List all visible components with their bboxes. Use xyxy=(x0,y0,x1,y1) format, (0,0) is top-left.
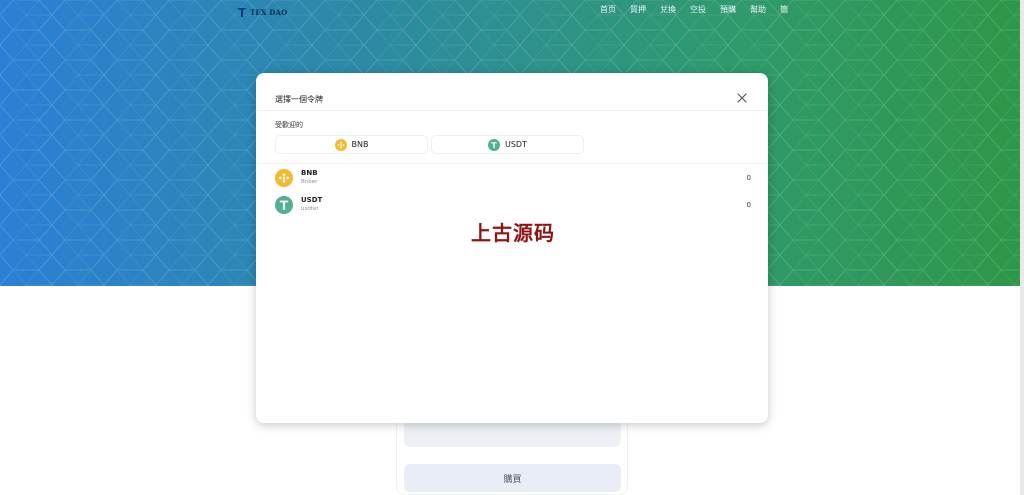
popular-token-symbol: USDT xyxy=(505,140,527,149)
token-row-usdt[interactable]: USDT usdter 0 xyxy=(275,196,751,218)
close-button[interactable] xyxy=(736,92,748,104)
nav-staking[interactable]: 質押 xyxy=(630,5,646,15)
divider xyxy=(256,163,768,164)
usdt-icon xyxy=(275,196,293,214)
amount-field[interactable] xyxy=(404,419,621,447)
token-balance: 0 xyxy=(746,174,751,182)
token-symbol: USDT xyxy=(301,196,323,204)
usdt-icon xyxy=(488,138,500,151)
tex-logo-icon xyxy=(237,8,247,17)
token-symbol: BNB xyxy=(301,169,318,177)
nav-airdrop[interactable]: 空投 xyxy=(690,5,706,15)
modal-title: 選擇一個令牌 xyxy=(275,95,323,104)
popular-token-usdt[interactable]: USDT xyxy=(431,135,584,154)
scrollbar[interactable] xyxy=(1020,0,1024,495)
logo-text: TEX DAO xyxy=(250,7,288,17)
token-row-bnb[interactable]: BNB Bnber 0 xyxy=(275,169,751,191)
popular-token-symbol: BNB xyxy=(351,140,369,149)
bnb-icon xyxy=(275,169,293,187)
main-nav: 首页 質押 兌換 空投 預購 幫助 簡 xyxy=(600,5,802,15)
nav-presale[interactable]: 預購 xyxy=(720,5,736,15)
top-navigation-bar: TEX DAO 首页 質押 兌換 空投 預購 幫助 簡 xyxy=(0,0,1024,22)
modal-header: 選擇一個令牌 xyxy=(256,73,768,111)
logo[interactable]: TEX DAO xyxy=(236,5,287,19)
popular-tokens-label: 受歡迎的 xyxy=(275,121,303,129)
nav-help[interactable]: 幫助 xyxy=(750,5,766,15)
popular-token-bnb[interactable]: BNB xyxy=(275,135,428,154)
token-balance: 0 xyxy=(746,201,751,209)
bnb-icon xyxy=(334,138,347,151)
watermark-text: 上古源码 xyxy=(471,221,555,245)
select-token-modal: 選擇一個令牌 受歡迎的 BNB USDT BNB Bnber 0 USDT us… xyxy=(256,73,768,423)
token-name: Bnber xyxy=(301,179,318,185)
nav-language[interactable]: 簡 xyxy=(780,5,788,15)
nav-home[interactable]: 首页 xyxy=(600,5,616,15)
buy-button[interactable]: 購買 xyxy=(404,464,621,492)
close-icon xyxy=(737,93,747,103)
token-name: usdter xyxy=(301,206,319,212)
nav-swap[interactable]: 兌換 xyxy=(660,5,676,15)
